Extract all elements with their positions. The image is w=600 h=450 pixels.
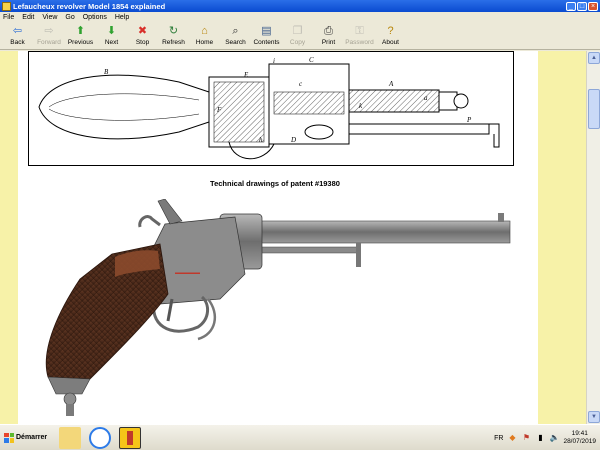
previous-button[interactable]: ⬆ Previous: [65, 23, 96, 50]
contents-button[interactable]: ▤ Contents: [251, 23, 282, 50]
clock-time: 19:41: [571, 430, 588, 437]
back-button[interactable]: ⇦ Back: [2, 23, 33, 50]
toolbar-label: Contents: [253, 39, 280, 46]
about-button[interactable]: ? About: [375, 23, 406, 50]
language-indicator[interactable]: FR: [494, 435, 503, 442]
drawing-letter: B: [104, 68, 109, 76]
taskbar: Démarrer FR ◆ ⚑ ▮ 🔈 19:41 28/07/2019: [0, 424, 600, 450]
title-bar[interactable]: Lefaucheux revolver Model 1854 explained…: [0, 0, 600, 12]
toolbar-label: Copy: [289, 39, 306, 46]
drawing-letter: D: [290, 136, 296, 144]
print-icon: ⎙: [324, 25, 333, 37]
battery-icon[interactable]: ▮: [535, 433, 545, 443]
app-icon: [2, 1, 11, 11]
toolbar-label: Print: [321, 39, 336, 46]
content-area: B E C A F c a k h D P i Technical drawin…: [0, 51, 600, 424]
left-margin: [0, 51, 18, 424]
search-icon: ⌕: [232, 25, 239, 37]
drawing-letter: P: [466, 116, 472, 124]
home-button[interactable]: ⌂ Home: [189, 23, 220, 50]
start-label: Démarrer: [16, 434, 48, 441]
image-caption: Technical drawings of patent #19380: [210, 179, 340, 188]
menu-options[interactable]: Options: [83, 14, 107, 21]
scroll-down-button[interactable]: ▼: [588, 411, 600, 423]
patent-drawing: B E C A F c a k h D P i: [28, 51, 514, 166]
toolbar-label: About: [382, 39, 399, 46]
right-margin: [538, 51, 586, 424]
drawing-letter: i: [273, 57, 275, 65]
menu-edit[interactable]: Edit: [22, 14, 34, 21]
drawing-letter: E: [243, 71, 249, 79]
toolbar-label: Refresh: [162, 39, 185, 46]
browser-icon[interactable]: [89, 426, 111, 449]
start-button[interactable]: Démarrer: [1, 427, 51, 449]
menu-help[interactable]: Help: [115, 14, 129, 21]
home-icon: ⌂: [201, 25, 208, 37]
toolbar-label: Back: [10, 39, 25, 46]
scroll-thumb[interactable]: [588, 89, 600, 129]
forward-arrow-icon: ⇨: [44, 25, 54, 37]
up-arrow-icon: ⬆: [75, 25, 86, 37]
toolbar-label: Search: [225, 39, 246, 46]
menu-view[interactable]: View: [42, 14, 57, 21]
back-arrow-icon: ⇦: [12, 25, 23, 37]
menu-go[interactable]: Go: [65, 14, 74, 21]
drawing-letter: h: [259, 136, 263, 144]
password-button: ⚿ Password: [344, 23, 375, 50]
drawing-letter: A: [388, 80, 394, 88]
system-tray: FR ◆ ⚑ ▮ 🔈 19:41 28/07/2019: [494, 425, 600, 450]
svg-text:▬▬▬▬▬: ▬▬▬▬▬: [175, 270, 200, 276]
toolbar-label: Next: [104, 39, 119, 46]
down-arrow-icon: ⬇: [106, 25, 117, 37]
maximize-button[interactable]: □: [577, 1, 587, 11]
menu-file[interactable]: File: [3, 14, 14, 21]
clock[interactable]: 19:41 28/07/2019: [563, 430, 596, 446]
scroll-up-button[interactable]: ▲: [588, 52, 600, 64]
stop-button[interactable]: ✖ Stop: [127, 23, 158, 50]
stop-icon: ✖: [137, 25, 148, 37]
next-button[interactable]: ⬇ Next: [96, 23, 127, 50]
help-viewer-icon[interactable]: [119, 426, 141, 449]
network-icon[interactable]: ◆: [507, 433, 517, 443]
about-icon: ?: [387, 25, 394, 37]
copy-button: ❐ Copy: [282, 23, 313, 50]
drawing-letter: a: [424, 94, 428, 102]
window-title: Lefaucheux revolver Model 1854 explained: [13, 1, 166, 11]
clock-date: 28/07/2019: [563, 438, 596, 445]
contents-icon: ▤: [261, 25, 272, 37]
forward-button: ⇨ Forward: [33, 23, 65, 50]
minimize-button[interactable]: _: [566, 1, 576, 11]
password-icon: ⚿: [355, 25, 364, 37]
print-button[interactable]: ⎙ Print: [313, 23, 344, 50]
toolbar: ⇦ Back ⇨ Forward ⬆ Previous ⬇ Next ✖ Stop ↻ Refresh…: [0, 23, 600, 50]
copy-icon: ❐: [292, 25, 303, 37]
security-icon[interactable]: ⚑: [521, 433, 531, 443]
vertical-scrollbar[interactable]: ▲ ▼: [586, 51, 600, 424]
refresh-button[interactable]: ↻ Refresh: [158, 23, 189, 50]
close-button[interactable]: ×: [588, 1, 598, 11]
toolbar-label: Forward: [37, 39, 61, 46]
toolbar-label: Stop: [135, 39, 150, 46]
toolbar-label: Home: [195, 39, 214, 46]
folder-icon[interactable]: [59, 426, 81, 449]
toolbar-label: Password: [345, 39, 374, 46]
menu-bar: File Edit View Go Options Help: [0, 12, 600, 23]
refresh-icon: ↻: [168, 25, 179, 37]
volume-icon[interactable]: 🔈: [549, 433, 559, 443]
drawing-letter: F: [216, 106, 222, 114]
search-button[interactable]: ⌕ Search: [220, 23, 251, 50]
revolver-photo: ▬▬▬▬▬: [20, 198, 536, 424]
drawing-letter: C: [309, 56, 314, 64]
toolbar-label: Previous: [67, 39, 94, 46]
windows-logo-icon: [4, 432, 14, 443]
